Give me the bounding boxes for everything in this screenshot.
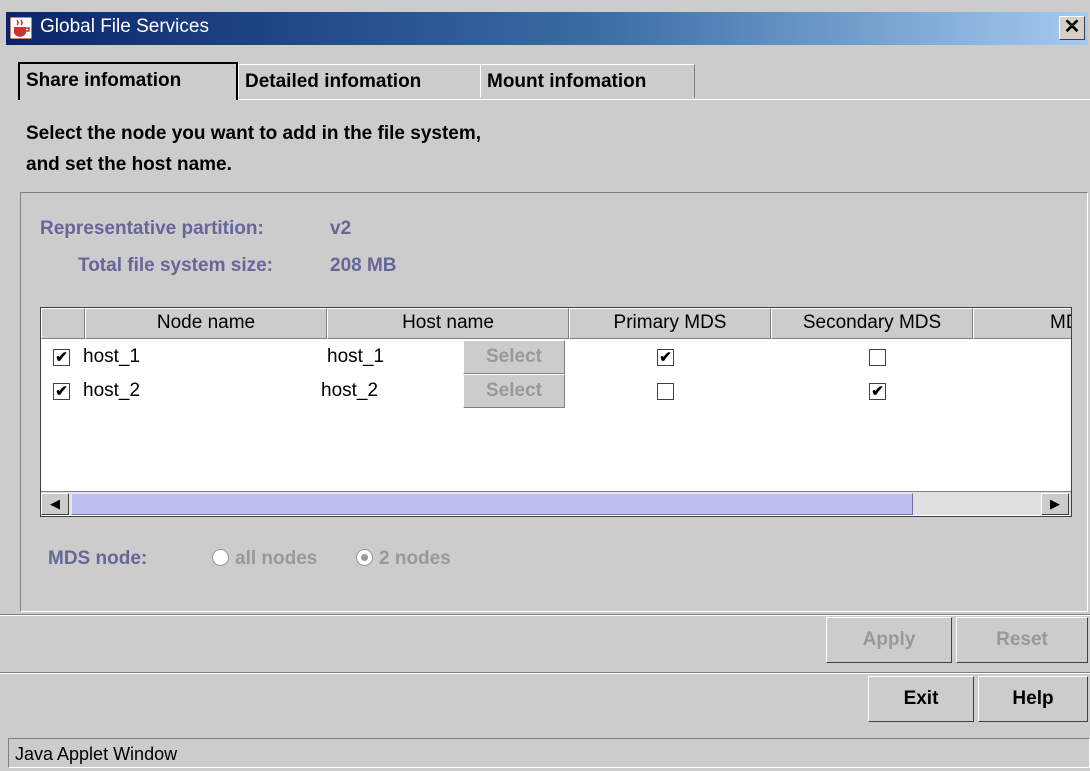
- tab-label: Share infomation: [26, 70, 182, 91]
- reset-button[interactable]: Reset: [956, 617, 1088, 663]
- table-row[interactable]: ✔ host_2 host_2 Select ✔: [41, 374, 1071, 408]
- secondary-mds-checkbox[interactable]: ✔: [869, 383, 886, 400]
- host-name-cell[interactable]: host_1: [327, 346, 384, 368]
- tab-label: Detailed infomation: [245, 71, 422, 92]
- scroll-right-button[interactable]: ▶: [1041, 493, 1069, 515]
- arrow-right-icon: ▶: [1050, 496, 1060, 511]
- table-header: Node name Host name Primary MDS Secondar…: [41, 308, 1071, 339]
- row-select-checkbox[interactable]: ✔: [53, 383, 70, 400]
- scroll-left-button[interactable]: ◀: [41, 493, 69, 515]
- node-name-cell: host_1: [83, 346, 141, 367]
- radio-button-selected-icon: [356, 549, 373, 566]
- apply-button[interactable]: Apply: [826, 617, 952, 663]
- tab-mount-information[interactable]: Mount infomation: [480, 64, 695, 98]
- partition-label: Representative partition:: [40, 218, 264, 239]
- window-title: Global File Services: [40, 16, 209, 37]
- column-header-secondary-mds[interactable]: Secondary MDS: [771, 308, 973, 339]
- close-icon: ✕: [1063, 16, 1081, 38]
- node-name-cell: host_2: [83, 380, 141, 401]
- separator: [0, 672, 1090, 674]
- radio-2-nodes[interactable]: 2 nodes: [356, 548, 451, 570]
- application-window: Global File Services ✕ Detailed infomati…: [0, 0, 1090, 771]
- secondary-mds-checkbox[interactable]: [869, 349, 886, 366]
- column-header-check[interactable]: [41, 308, 85, 339]
- tab-label: Mount infomation: [487, 71, 647, 92]
- column-header-node-name[interactable]: Node name: [85, 308, 327, 339]
- radio-button-icon: [212, 549, 229, 566]
- size-label: Total file system size:: [78, 255, 273, 276]
- select-host-button[interactable]: Select: [463, 340, 565, 374]
- column-header-host-name[interactable]: Host name: [327, 308, 569, 339]
- node-table: Node name Host name Primary MDS Secondar…: [40, 307, 1072, 517]
- partition-value: v2: [330, 218, 352, 239]
- mds-node-label: MDS node:: [48, 548, 148, 569]
- title-bar[interactable]: Global File Services ✕: [6, 12, 1088, 45]
- horizontal-scrollbar[interactable]: ◀ ▶: [41, 491, 1071, 515]
- primary-mds-checkbox[interactable]: [657, 383, 674, 400]
- column-header-primary-mds[interactable]: Primary MDS: [569, 308, 771, 339]
- scrollbar-thumb[interactable]: [71, 493, 913, 515]
- status-bar: Java Applet Window: [8, 738, 1090, 768]
- column-header-md[interactable]: MD: [973, 308, 1071, 339]
- instructions-line-2: and set the host name.: [26, 154, 232, 175]
- tab-share-information[interactable]: Share infomation: [18, 62, 238, 100]
- instructions-line-1: Select the node you want to add in the f…: [26, 123, 482, 144]
- select-host-button[interactable]: Select: [463, 374, 565, 408]
- separator: [0, 614, 1090, 616]
- radio-label: 2 nodes: [379, 548, 451, 569]
- table-row[interactable]: ✔ host_1 host_1 Select ✔: [41, 340, 1071, 374]
- arrow-left-icon: ◀: [50, 496, 60, 511]
- java-cup-icon: [10, 17, 32, 39]
- row-select-checkbox[interactable]: ✔: [53, 349, 70, 366]
- instructions-text: Select the node you want to add in the f…: [26, 118, 481, 180]
- help-button[interactable]: Help: [978, 676, 1088, 722]
- radio-label: all nodes: [235, 548, 318, 569]
- radio-all-nodes[interactable]: all nodes: [212, 548, 317, 570]
- size-value: 208 MB: [330, 255, 397, 276]
- primary-mds-checkbox[interactable]: ✔: [657, 349, 674, 366]
- close-button[interactable]: ✕: [1059, 16, 1085, 40]
- host-name-cell[interactable]: host_2: [321, 380, 378, 402]
- tab-detailed-information[interactable]: Detailed infomation: [238, 64, 482, 98]
- exit-button[interactable]: Exit: [868, 676, 974, 722]
